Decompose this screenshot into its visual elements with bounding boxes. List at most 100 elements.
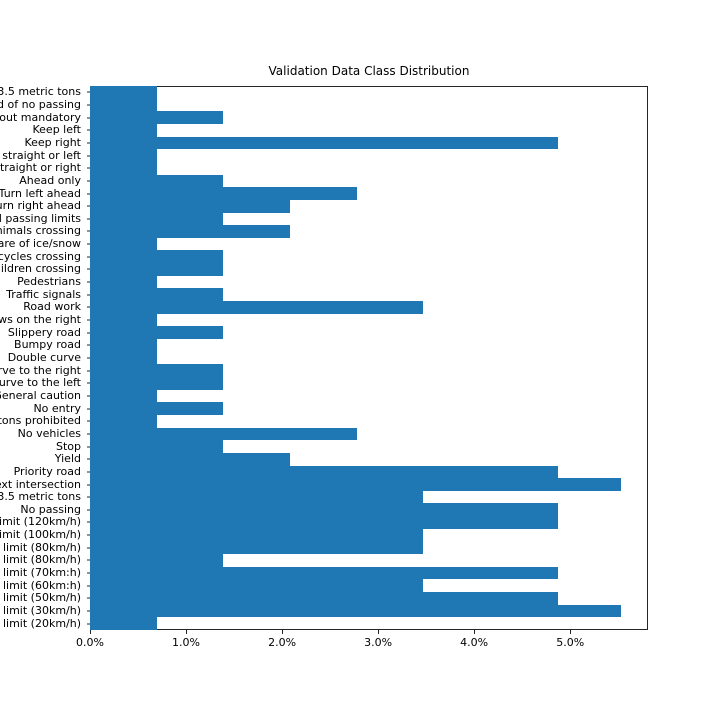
bar bbox=[90, 617, 158, 630]
bar-row bbox=[90, 313, 648, 327]
bar-row bbox=[90, 149, 648, 162]
y-tick-label: Bicycles crossing bbox=[0, 249, 81, 263]
bar-row bbox=[90, 212, 648, 226]
bar bbox=[90, 149, 158, 162]
bar-row bbox=[90, 617, 648, 630]
bar bbox=[90, 566, 558, 580]
bar-row bbox=[90, 86, 648, 99]
y-tick-label: nd of no passing bbox=[0, 97, 81, 111]
bar-row bbox=[90, 263, 648, 276]
bar-row bbox=[90, 541, 648, 555]
bar-row bbox=[90, 566, 648, 580]
x-tick-label: 2.0% bbox=[268, 636, 297, 649]
bar-row bbox=[90, 237, 648, 251]
x-tick-mark bbox=[570, 630, 572, 634]
y-tick-label: Turn left ahead bbox=[0, 186, 81, 200]
bar-row bbox=[90, 174, 648, 188]
x-tick-label: 0.0% bbox=[76, 636, 104, 649]
y-tick-label: r 3.5 metric tons bbox=[0, 86, 81, 99]
bar bbox=[90, 465, 558, 479]
bar bbox=[90, 554, 223, 567]
bar bbox=[90, 490, 424, 504]
y-tick-label: Pedestrians bbox=[17, 275, 81, 289]
bar bbox=[90, 427, 357, 441]
bar-row bbox=[90, 452, 648, 466]
bar bbox=[90, 604, 622, 618]
x-tick-label: 3.0% bbox=[364, 636, 393, 649]
bar bbox=[90, 98, 158, 112]
bar-row bbox=[90, 604, 648, 618]
bar-row bbox=[90, 389, 648, 403]
x-tick-label: 5.0% bbox=[556, 636, 585, 649]
y-tick-label: next intersection bbox=[0, 477, 81, 491]
bar bbox=[90, 288, 223, 302]
y-tick-label: rows on the right bbox=[0, 313, 81, 327]
bar bbox=[90, 351, 158, 365]
x-tick-label: 4.0% bbox=[460, 636, 489, 649]
bar-row bbox=[90, 528, 648, 542]
bar bbox=[90, 414, 158, 428]
bar-row bbox=[90, 98, 648, 112]
y-tick-label: c tons prohibited bbox=[0, 414, 81, 428]
bar bbox=[90, 478, 622, 491]
bar bbox=[90, 440, 223, 453]
bar bbox=[90, 250, 223, 264]
y-tick-label: Stop bbox=[55, 439, 81, 453]
bar bbox=[90, 136, 558, 150]
bar-row bbox=[90, 187, 648, 200]
bar bbox=[90, 541, 424, 555]
y-tick-label: about mandatory bbox=[0, 110, 81, 124]
y-tick-label: straight or right bbox=[0, 161, 81, 175]
y-tick-label: d limit (50km/h) bbox=[0, 591, 81, 605]
y-tick-label: Double curve bbox=[7, 351, 81, 364]
y-tick-label: Turn right ahead bbox=[0, 199, 81, 213]
y-tick-label: d limit (20km/h) bbox=[0, 616, 81, 630]
x-axis-ticks: 0.0% 1.0% 2.0% 3.0% 4.0% 5.0% bbox=[0, 630, 720, 670]
bar bbox=[90, 86, 158, 99]
y-tick-label: Traffic signals bbox=[6, 287, 81, 301]
y-tick-label: Children crossing bbox=[0, 262, 81, 276]
bar bbox=[90, 592, 558, 605]
y-tick-label: No entry bbox=[33, 401, 81, 415]
bar-row bbox=[90, 275, 648, 289]
bar-row bbox=[90, 339, 648, 352]
y-tick-label: Ahead only bbox=[19, 173, 81, 187]
y-tick-label: urve to the right bbox=[0, 363, 81, 377]
bar-row bbox=[90, 326, 648, 339]
bar-row bbox=[90, 111, 648, 124]
bar bbox=[90, 516, 558, 529]
x-tick-mark bbox=[378, 630, 380, 634]
bar-row bbox=[90, 123, 648, 137]
bar-row bbox=[90, 402, 648, 415]
y-tick-label: Road work bbox=[23, 300, 81, 314]
bar-row bbox=[90, 414, 648, 428]
y-tick-label: Slippery road bbox=[7, 325, 81, 339]
y-tick-label: animals crossing bbox=[0, 224, 81, 238]
bar-row bbox=[90, 351, 648, 365]
bar bbox=[90, 376, 223, 390]
chart-title: Validation Data Class Distribution bbox=[268, 64, 470, 78]
bar bbox=[90, 263, 223, 276]
bar-row bbox=[90, 427, 648, 441]
bar-row bbox=[90, 478, 648, 491]
y-tick-label: d limit (120km/h) bbox=[0, 515, 81, 529]
x-tick-mark bbox=[90, 630, 91, 634]
y-tick-label: No vehicles bbox=[17, 426, 81, 440]
y-tick-label: Yield bbox=[54, 452, 81, 466]
bar-row bbox=[90, 503, 648, 517]
bar bbox=[90, 389, 158, 403]
x-tick-mark bbox=[282, 630, 284, 634]
bar-row bbox=[90, 376, 648, 390]
x-tick-mark bbox=[474, 630, 476, 634]
y-tick-label: d limit (70km:h) bbox=[0, 566, 81, 580]
bar-row bbox=[90, 554, 648, 567]
bar-row bbox=[90, 136, 648, 150]
bar-row bbox=[90, 516, 648, 529]
bar bbox=[90, 212, 223, 226]
bar bbox=[90, 111, 223, 124]
y-tick-label: curve to the left bbox=[0, 376, 81, 390]
matplotlib-figure: Validation Data Class Distribution d lim… bbox=[0, 0, 720, 720]
y-tick-label: ware of ice/snow bbox=[0, 237, 81, 251]
bar-row bbox=[90, 440, 648, 453]
bar bbox=[90, 402, 223, 415]
